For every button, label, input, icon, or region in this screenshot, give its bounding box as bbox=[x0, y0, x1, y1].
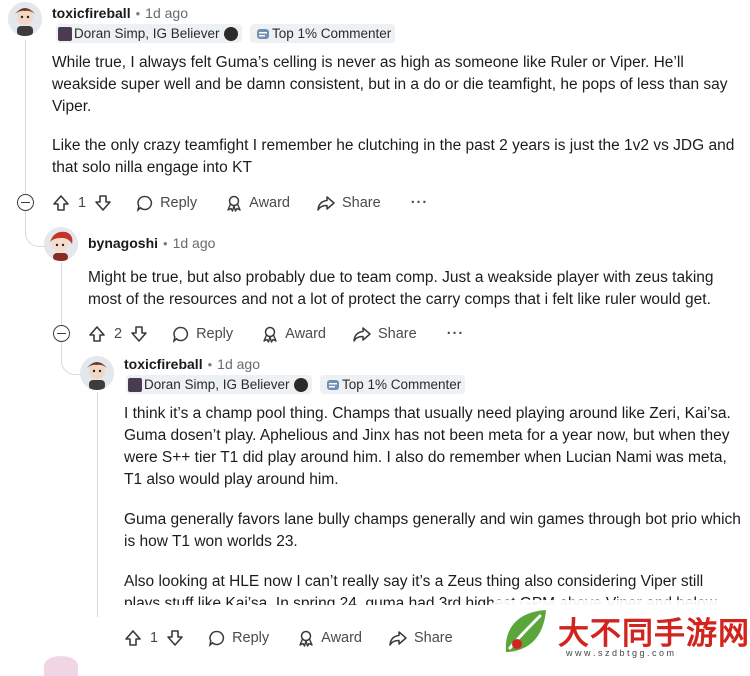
user-flair: Doran Simp, IG Believer bbox=[126, 375, 312, 394]
more-options-icon: ··· bbox=[410, 195, 429, 211]
more-options-icon: ··· bbox=[446, 326, 465, 342]
watermark-leaf-logo bbox=[505, 610, 546, 652]
comment-header: toxicfireball • 1d ago bbox=[124, 356, 260, 372]
vote-count: 1 bbox=[78, 195, 87, 211]
username[interactable]: toxicfireball bbox=[124, 356, 203, 372]
share-label: Share bbox=[414, 630, 453, 646]
share-button[interactable]: Share bbox=[352, 325, 417, 343]
watermark-title: 大不同手游网 bbox=[558, 616, 750, 652]
thread-curve-1 bbox=[25, 210, 46, 247]
avatar[interactable] bbox=[8, 2, 42, 36]
comment-header: toxicfireball • 1d ago bbox=[52, 5, 188, 21]
comment-paragraph: While true, I always felt Guma’s celling… bbox=[52, 54, 728, 115]
more-options-button[interactable]: ··· bbox=[447, 326, 465, 342]
avatar[interactable] bbox=[80, 356, 114, 390]
downvote-icon[interactable] bbox=[166, 629, 184, 647]
award-button[interactable]: Award bbox=[297, 629, 362, 647]
vote-group: 1 bbox=[52, 194, 112, 212]
vote-group: 1 bbox=[124, 629, 184, 647]
upvote-icon[interactable] bbox=[88, 325, 106, 343]
award-label: Award bbox=[321, 630, 362, 646]
avatar-illustration bbox=[80, 356, 114, 390]
award-icon bbox=[299, 630, 313, 647]
award-button[interactable]: Award bbox=[225, 194, 290, 212]
reply-icon bbox=[208, 630, 225, 647]
thread-curve-2 bbox=[61, 342, 82, 375]
comment-paragraph: I think it’s a champ pool thing. Champs … bbox=[124, 405, 731, 488]
username[interactable]: bynagoshi bbox=[88, 235, 158, 251]
top-commenter-badge: Top 1% Commenter bbox=[250, 24, 396, 43]
award-icon bbox=[227, 195, 241, 212]
badge-text: Top 1% Commenter bbox=[342, 377, 462, 392]
reply-button[interactable]: Reply bbox=[136, 194, 197, 212]
comment-actions: 1 Reply Award Share ··· bbox=[52, 189, 428, 217]
reply-icon bbox=[136, 195, 153, 212]
avatar-illustration bbox=[44, 227, 78, 261]
share-icon bbox=[353, 327, 371, 342]
flair-emblem-icon bbox=[293, 377, 308, 392]
commenter-badge-icon bbox=[257, 28, 269, 39]
thread-line-root bbox=[25, 40, 26, 202]
comment-actions: 1 Reply Award Share bbox=[124, 624, 453, 652]
next-comment-avatar[interactable] bbox=[44, 656, 78, 676]
top-commenter-badge: Top 1% Commenter bbox=[320, 375, 466, 394]
comment-paragraph: Like the only crazy teamfight I remember… bbox=[52, 137, 735, 176]
share-button[interactable]: Share bbox=[316, 194, 381, 212]
reply-label: Reply bbox=[160, 195, 198, 211]
separator-dot: • bbox=[163, 235, 168, 251]
timestamp[interactable]: 1d ago bbox=[217, 356, 260, 372]
commenter-badge-icon bbox=[327, 379, 339, 390]
reply-label: Reply bbox=[232, 630, 270, 646]
flair-avatar-icon bbox=[58, 26, 72, 41]
vote-group: 2 bbox=[88, 325, 148, 343]
upvote-icon[interactable] bbox=[52, 194, 70, 212]
comment-body: I think it’s a champ pool thing. Champs … bbox=[124, 403, 742, 605]
share-label: Share bbox=[342, 195, 381, 211]
reply-label: Reply bbox=[196, 326, 234, 342]
comment-paragraph: Might be true, but also probably due to … bbox=[88, 269, 714, 308]
thread-line-level2 bbox=[61, 262, 62, 334]
avatar-illustration bbox=[8, 2, 42, 36]
timestamp[interactable]: 1d ago bbox=[173, 235, 216, 251]
watermark: 大不同手游网 w w w . s z d b t g g . c o m bbox=[492, 600, 750, 663]
watermark-url: w w w . s z d b t g g . c o m bbox=[566, 648, 675, 658]
share-icon bbox=[389, 631, 407, 646]
flair-text: Doran Simp, IG Believer bbox=[74, 26, 220, 41]
share-icon bbox=[317, 196, 335, 211]
downvote-icon[interactable] bbox=[130, 325, 148, 343]
reply-button[interactable]: Reply bbox=[172, 325, 233, 343]
thread-line-level3 bbox=[97, 392, 98, 617]
vote-count: 2 bbox=[114, 326, 123, 342]
award-icon bbox=[263, 326, 277, 343]
comment-paragraph: Guma generally favors lane bully champs … bbox=[124, 511, 741, 550]
comment-body: While true, I always felt Guma’s celling… bbox=[52, 52, 742, 179]
username[interactable]: toxicfireball bbox=[52, 5, 131, 21]
award-label: Award bbox=[285, 326, 326, 342]
more-options-button[interactable]: ··· bbox=[411, 195, 429, 211]
downvote-icon[interactable] bbox=[94, 194, 112, 212]
collapse-thread-button[interactable] bbox=[53, 325, 70, 342]
reply-button[interactable]: Reply bbox=[208, 629, 269, 647]
comment-header: bynagoshi • 1d ago bbox=[88, 235, 215, 251]
separator-dot: • bbox=[135, 5, 141, 21]
award-button[interactable]: Award bbox=[261, 325, 326, 343]
upvote-icon[interactable] bbox=[124, 629, 142, 647]
flair-avatar-icon bbox=[128, 377, 142, 392]
flair-text: Doran Simp, IG Believer bbox=[144, 377, 290, 392]
user-flair: Doran Simp, IG Believer bbox=[56, 24, 242, 43]
vote-count: 1 bbox=[150, 630, 159, 646]
collapse-thread-button[interactable] bbox=[17, 194, 34, 211]
separator-dot: • bbox=[207, 356, 213, 372]
timestamp[interactable]: 1d ago bbox=[145, 5, 188, 21]
reply-icon bbox=[172, 326, 189, 343]
comment-actions: 2 Reply Award Share ··· bbox=[88, 320, 464, 348]
badge-text: Top 1% Commenter bbox=[272, 26, 392, 41]
avatar[interactable] bbox=[44, 227, 78, 261]
share-button[interactable]: Share bbox=[388, 629, 453, 647]
comment-body: Might be true, but also probably due to … bbox=[88, 267, 740, 311]
flair-emblem-icon bbox=[223, 26, 238, 41]
award-label: Award bbox=[249, 195, 290, 211]
share-label: Share bbox=[378, 326, 417, 342]
